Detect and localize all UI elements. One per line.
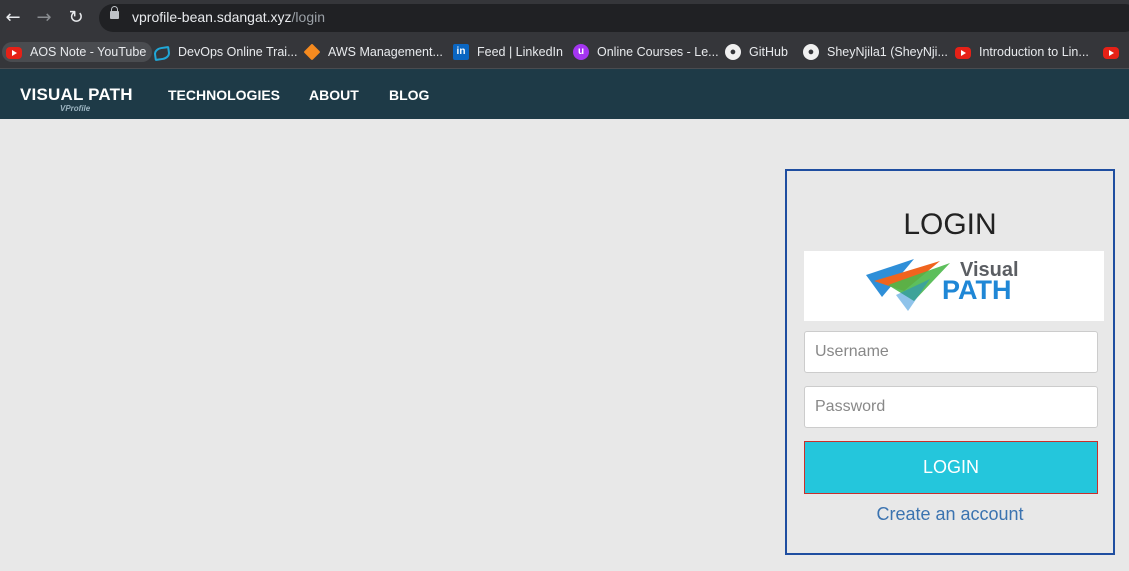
login-button[interactable]: LOGIN xyxy=(804,441,1098,494)
linkedin-icon: in xyxy=(453,44,469,60)
nav-link-technologies[interactable]: TECHNOLOGIES xyxy=(168,87,280,103)
bookmark-label: AOS Note - YouTube xyxy=(30,45,147,59)
brand-subtitle: VProfile xyxy=(60,104,91,113)
bookmark-devops[interactable]: DevOps Online Trai... xyxy=(153,42,298,62)
visual-path-logo: Visual PATH xyxy=(804,251,1104,321)
github-icon: ● xyxy=(803,44,819,60)
bookmark-label: DevOps Online Trai... xyxy=(178,45,298,59)
browser-toolbar: ← → ↻ vprofile-bean.sdangat.xyz/login xyxy=(0,0,1129,36)
brand-logo[interactable]: VISUAL PATH xyxy=(20,85,133,105)
login-title: LOGIN xyxy=(903,208,997,241)
nav-link-blog[interactable]: BLOG xyxy=(389,87,429,103)
bookmark-aos-note[interactable]: AOS Note - YouTube xyxy=(2,42,153,62)
create-account-link[interactable]: Create an account xyxy=(787,504,1113,525)
nav-link-about[interactable]: ABOUT xyxy=(309,87,359,103)
site-navbar: VISUAL PATH VProfile TECHNOLOGIES ABOUT … xyxy=(0,69,1129,119)
bookmark-label: AWS Management... xyxy=(328,45,443,59)
github-icon: ● xyxy=(725,44,741,60)
bookmarks-bar: AOS Note - YouTube DevOps Online Trai...… xyxy=(0,36,1129,69)
username-input[interactable] xyxy=(804,331,1098,373)
back-arrow-icon[interactable]: ← xyxy=(3,8,23,28)
url-path: /login xyxy=(291,9,326,25)
bookmark-aws[interactable]: AWS Management... xyxy=(303,42,443,62)
bookmark-overflow[interactable] xyxy=(1103,42,1127,62)
bookmark-label: Online Courses - Le... xyxy=(597,45,719,59)
bookmark-linkedin[interactable]: in Feed | LinkedIn xyxy=(453,42,563,62)
youtube-icon xyxy=(6,47,22,59)
udemy-icon: u xyxy=(573,44,589,60)
bookmark-label: Feed | LinkedIn xyxy=(477,45,563,59)
password-input[interactable] xyxy=(804,386,1098,428)
bookmark-label: Introduction to Lin... xyxy=(979,45,1089,59)
bookmark-intro-linux[interactable]: Introduction to Lin... xyxy=(955,42,1089,62)
forward-arrow-icon[interactable]: → xyxy=(34,8,54,28)
login-panel: LOGIN Visual PATH LOGIN Create an accoun… xyxy=(785,169,1115,555)
bookmark-github[interactable]: ● GitHub xyxy=(725,42,788,62)
bookmark-label: SheyNjila1 (SheyNji... xyxy=(827,45,948,59)
bookmark-label: GitHub xyxy=(749,45,788,59)
bookmark-udemy[interactable]: u Online Courses - Le... xyxy=(573,42,719,62)
bookmark-sheynjila[interactable]: ● SheyNjila1 (SheyNji... xyxy=(803,42,948,62)
devops-eye-icon xyxy=(153,45,171,61)
youtube-icon xyxy=(1103,47,1119,59)
aws-icon xyxy=(303,43,321,61)
logo-text-path: PATH xyxy=(942,275,1012,305)
lock-icon[interactable] xyxy=(110,6,119,19)
url-text[interactable]: vprofile-bean.sdangat.xyz/login xyxy=(132,9,325,25)
url-host: vprofile-bean.sdangat.xyz xyxy=(132,9,292,25)
youtube-icon xyxy=(955,47,971,59)
reload-icon[interactable]: ↻ xyxy=(66,8,86,28)
